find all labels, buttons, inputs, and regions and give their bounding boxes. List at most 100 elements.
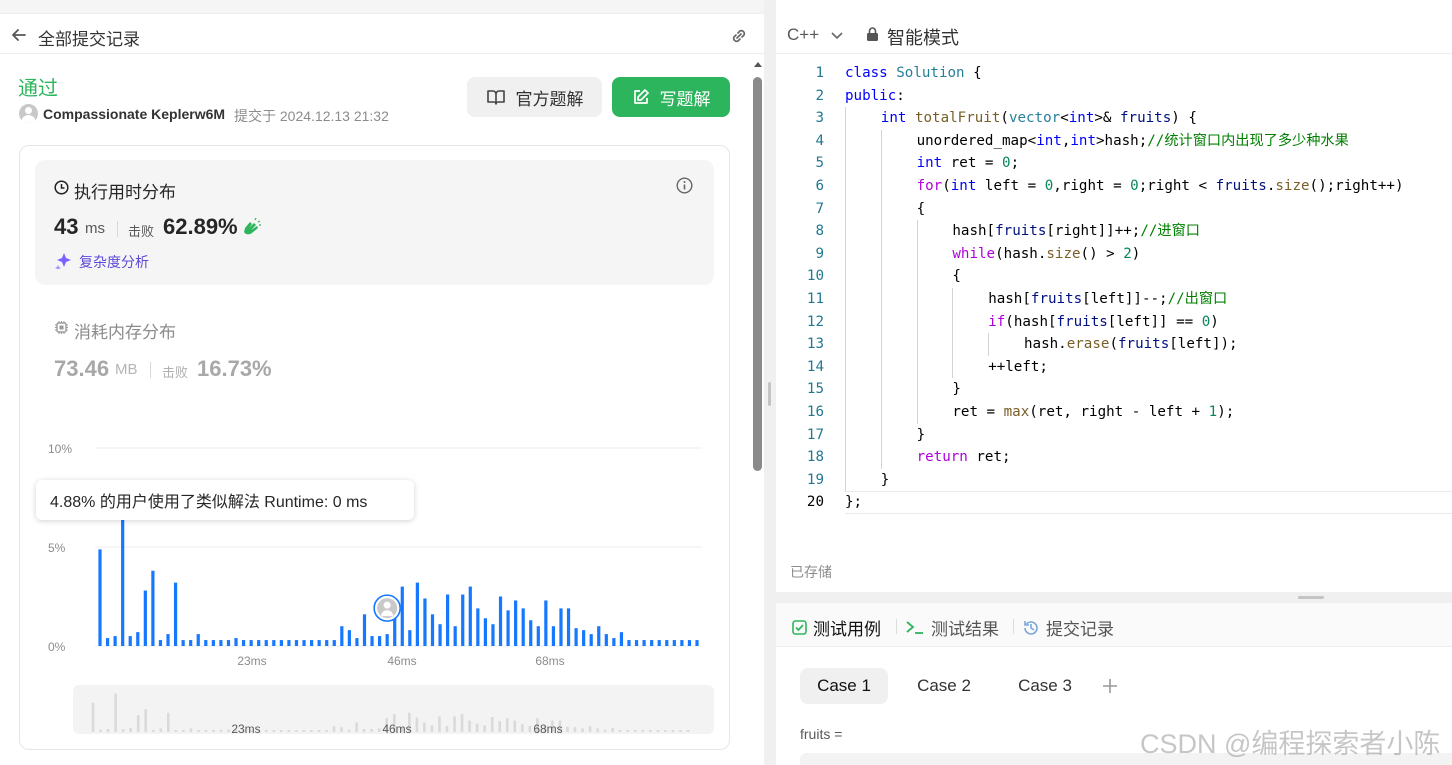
chart-bar[interactable] bbox=[211, 640, 215, 646]
chart-bar[interactable] bbox=[105, 638, 110, 646]
chart-bar[interactable] bbox=[619, 632, 624, 646]
case-2-tab[interactable]: Case 2 bbox=[900, 668, 988, 704]
code-line[interactable]: 5 int ret = 0; bbox=[776, 152, 1452, 175]
code-line[interactable]: 1 class Solution { bbox=[776, 62, 1452, 85]
memory-title[interactable]: 消耗内存分布 bbox=[74, 318, 176, 343]
chart-bar[interactable] bbox=[121, 519, 125, 646]
chart-bar[interactable] bbox=[378, 636, 382, 646]
code-line[interactable]: 3 int totalFruit(vector<int>& fruits) { bbox=[776, 107, 1452, 130]
info-icon[interactable] bbox=[676, 177, 693, 194]
code-line[interactable]: 9 while(hash.size() > 2) bbox=[776, 242, 1452, 266]
chart-bar[interactable] bbox=[370, 636, 374, 646]
chart-bar[interactable] bbox=[219, 640, 223, 646]
tab-test-results[interactable]: 测试结果 bbox=[905, 615, 999, 640]
runtime-distribution-chart[interactable]: 10% 5% 0% 23ms 46ms 68ms bbox=[40, 435, 720, 675]
chart-bar[interactable] bbox=[226, 640, 231, 646]
chart-bar[interactable] bbox=[332, 640, 336, 646]
write-solution-button[interactable]: 写题解 bbox=[612, 77, 730, 117]
chart-bar[interactable] bbox=[672, 640, 676, 646]
chart-bar[interactable] bbox=[446, 594, 450, 646]
chart-bar[interactable] bbox=[294, 640, 299, 646]
case-1-tab[interactable]: Case 1 bbox=[800, 668, 888, 704]
chart-bar[interactable] bbox=[559, 608, 563, 646]
chart-bar[interactable] bbox=[491, 624, 495, 646]
code-line[interactable]: 16 ret = max(ret, right - left + 1); bbox=[776, 401, 1452, 424]
chart-bar[interactable] bbox=[597, 626, 601, 646]
code-line[interactable]: 4 unordered_map<int,int>hash;//统计窗口内出现了多少… bbox=[776, 129, 1452, 153]
code-line[interactable]: 14 ++left; bbox=[776, 355, 1452, 379]
chart-bar[interactable] bbox=[650, 640, 654, 646]
tab-testcases[interactable]: 测试用例 bbox=[792, 615, 881, 640]
chart-bar[interactable] bbox=[468, 586, 472, 646]
code-line[interactable]: 8 hash[fruits[right]]++;//进窗口 bbox=[776, 220, 1452, 243]
chart-bar[interactable] bbox=[627, 640, 631, 646]
chart-bar[interactable] bbox=[173, 582, 178, 646]
chart-bar[interactable] bbox=[181, 640, 185, 646]
chart-bar[interactable] bbox=[642, 640, 646, 646]
chart-bar[interactable] bbox=[687, 640, 692, 646]
code-line[interactable]: 19} bbox=[776, 468, 1452, 492]
chart-bar[interactable] bbox=[476, 608, 480, 646]
chart-bar[interactable] bbox=[189, 640, 193, 646]
chart-bar[interactable] bbox=[695, 640, 699, 646]
chart-bar[interactable] bbox=[136, 632, 140, 646]
chart-bar[interactable] bbox=[264, 640, 268, 646]
chart-bar[interactable] bbox=[340, 626, 344, 646]
chart-bar[interactable] bbox=[498, 596, 503, 647]
chart-bar[interactable] bbox=[257, 640, 261, 646]
resize-handle-icon[interactable] bbox=[768, 382, 771, 406]
tab-submissions[interactable]: 提交记录 bbox=[1022, 615, 1114, 640]
avatar[interactable] bbox=[19, 104, 38, 123]
chart-bar[interactable] bbox=[408, 630, 412, 646]
chart-bar[interactable] bbox=[438, 624, 442, 646]
language-selector[interactable]: C++ bbox=[787, 25, 819, 45]
code-line[interactable]: 13 hash.erase(fruits[left]); bbox=[776, 333, 1452, 356]
link-icon[interactable] bbox=[728, 25, 750, 47]
chart-bar[interactable] bbox=[461, 594, 465, 646]
chart-bar[interactable] bbox=[272, 640, 276, 646]
chart-bar[interactable] bbox=[325, 640, 329, 646]
back-arrow-icon[interactable] bbox=[10, 26, 28, 44]
code-line[interactable]: 20}; bbox=[776, 491, 1452, 514]
chart-bar[interactable] bbox=[506, 610, 510, 646]
scroll-up-arrow-icon[interactable] bbox=[754, 62, 762, 67]
chart-bar[interactable] bbox=[551, 626, 556, 646]
code-line[interactable]: 12 if(hash[fruits[left]] == 0) bbox=[776, 310, 1452, 334]
chart-bar[interactable] bbox=[604, 634, 608, 646]
code-line[interactable]: 6 for(int left = 0,right = 0;right < frui… bbox=[776, 175, 1452, 198]
chart-bar[interactable] bbox=[128, 636, 132, 646]
code-line[interactable]: 11 hash[fruits[left]]--;//出窗口 bbox=[776, 288, 1452, 311]
chart-bar[interactable] bbox=[151, 570, 155, 646]
chart-bar[interactable] bbox=[665, 640, 669, 646]
chart-bar[interactable] bbox=[143, 590, 147, 646]
username[interactable]: Compassionate Keplerw6M bbox=[43, 106, 225, 122]
chart-bar[interactable] bbox=[544, 600, 548, 646]
chart-bar[interactable] bbox=[536, 626, 540, 646]
chart-bar[interactable] bbox=[483, 618, 488, 646]
code-line[interactable]: 10 { bbox=[776, 265, 1452, 288]
chart-bar[interactable] bbox=[241, 640, 246, 646]
chart-bar[interactable] bbox=[453, 626, 457, 646]
resize-handle-icon[interactable] bbox=[1298, 596, 1324, 599]
chart-bar[interactable] bbox=[158, 640, 163, 646]
chart-bar[interactable] bbox=[287, 640, 291, 646]
chart-bar[interactable] bbox=[204, 640, 208, 646]
chart-bar[interactable] bbox=[566, 608, 571, 646]
complexity-analysis-link[interactable]: 复杂度分析 bbox=[79, 252, 149, 272]
minimap-chart[interactable]: 23ms 46ms 68ms bbox=[73, 685, 714, 734]
chart-bar[interactable] bbox=[196, 634, 200, 646]
scrollbar-thumb[interactable] bbox=[753, 77, 762, 471]
chart-bar[interactable] bbox=[98, 549, 102, 646]
chart-bar[interactable] bbox=[582, 630, 586, 646]
code-line[interactable]: 18 return ret; bbox=[776, 446, 1452, 469]
code-line[interactable]: 15} bbox=[776, 378, 1452, 401]
chart-bar[interactable] bbox=[309, 640, 314, 646]
chart-bar[interactable] bbox=[400, 586, 404, 646]
chart-bar[interactable] bbox=[415, 582, 419, 646]
official-solution-button[interactable]: 官方题解 bbox=[467, 77, 602, 117]
chart-bar[interactable] bbox=[521, 608, 525, 646]
chart-bar[interactable] bbox=[279, 640, 283, 646]
chart-bar[interactable] bbox=[355, 638, 359, 646]
chart-bar[interactable] bbox=[514, 600, 518, 646]
chart-bar[interactable] bbox=[657, 640, 661, 646]
